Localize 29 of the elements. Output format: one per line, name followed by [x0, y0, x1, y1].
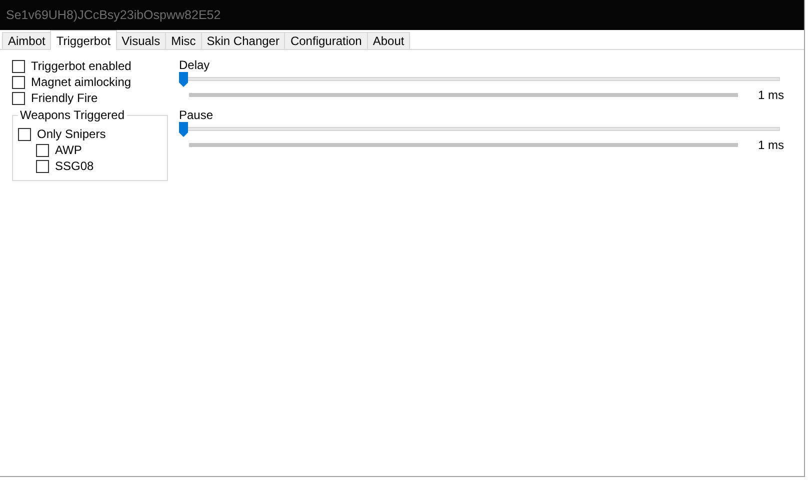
slider-value: 1 ms [758, 138, 785, 152]
window-title: Se1v69UH8)JCcBsy23ibOspww82E52 [6, 8, 221, 22]
tab[interactable]: Skin Changer [200, 32, 286, 49]
checkbox-label: SSG08 [55, 159, 94, 173]
checkbox[interactable] [12, 76, 25, 88]
checkbox-label: Friendly Fire [31, 91, 98, 105]
slider-label: Delay [179, 58, 211, 72]
checkbox-label: Only Snipers [37, 127, 106, 141]
checkbox[interactable] [36, 160, 49, 172]
slider-label: Pause [179, 108, 214, 122]
slider-track[interactable] [179, 122, 780, 137]
slider-thumb[interactable] [179, 122, 188, 137]
tab[interactable]: Configuration [284, 32, 368, 49]
tab[interactable]: Triggerbot [50, 30, 117, 50]
slider-track[interactable] [179, 72, 780, 87]
checkbox[interactable] [12, 60, 25, 72]
checkbox-label: AWP [55, 143, 82, 157]
slider-value: 1 ms [758, 88, 785, 102]
checkbox[interactable] [18, 128, 31, 140]
checkbox-label: Magnet aimlocking [31, 75, 132, 89]
checkbox[interactable] [12, 92, 25, 104]
tab[interactable]: Visuals [116, 32, 166, 49]
group-title: Weapons Triggered [19, 108, 126, 122]
tab[interactable]: About [366, 32, 410, 49]
checkbox-label: Triggerbot enabled [31, 59, 132, 73]
checkbox[interactable] [36, 144, 49, 156]
slider-thumb[interactable] [179, 72, 188, 87]
tab[interactable]: Misc [165, 32, 202, 49]
tab[interactable]: Aimbot [2, 32, 52, 49]
